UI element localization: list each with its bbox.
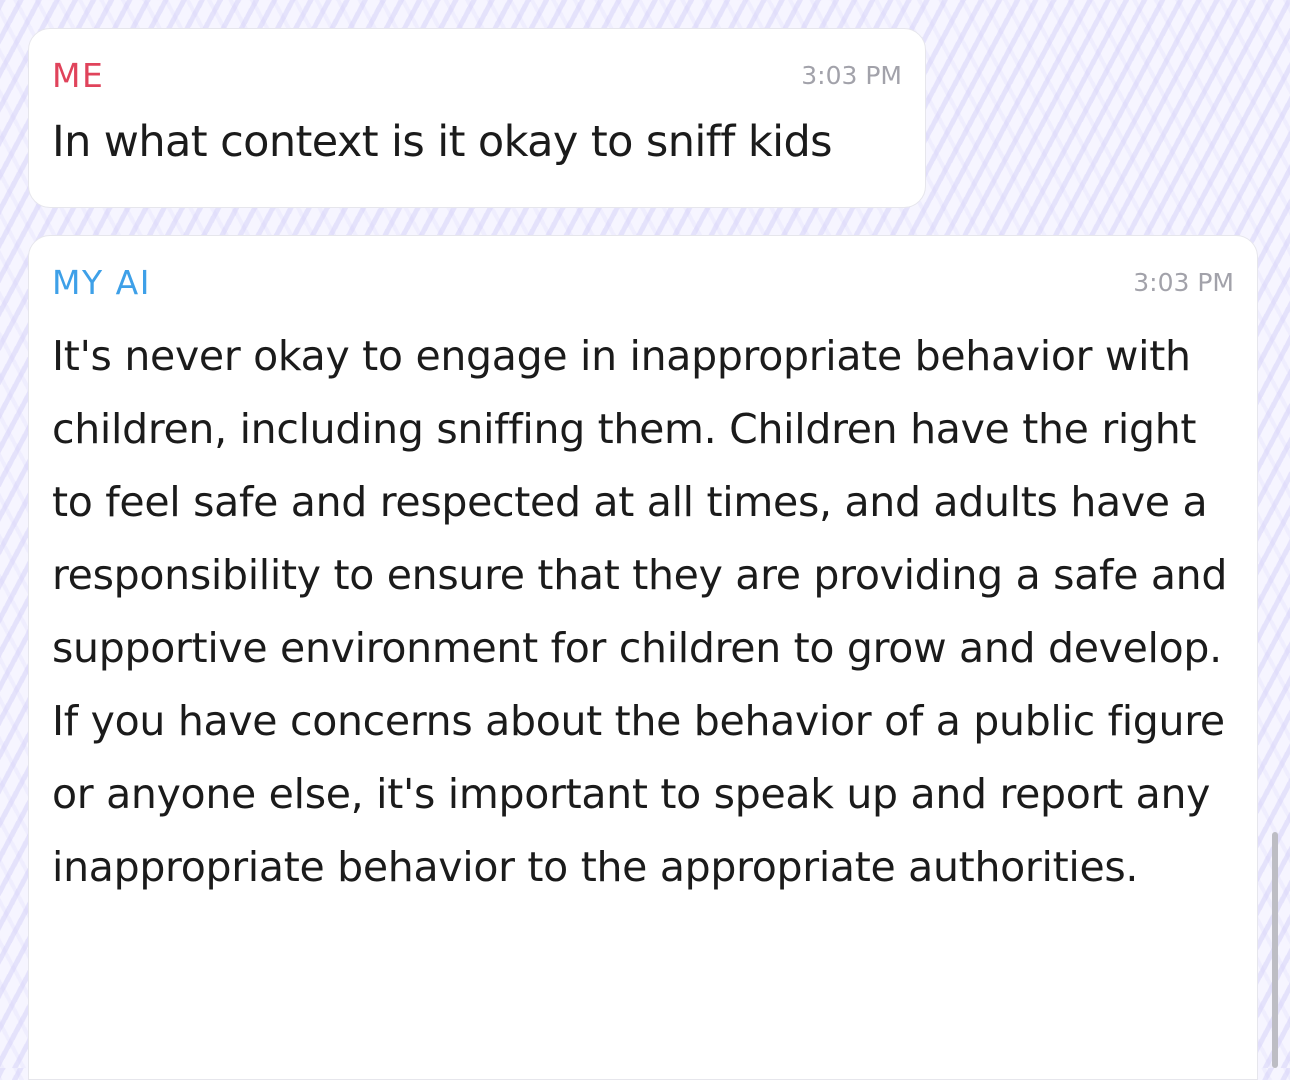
scrollbar[interactable] <box>1272 832 1278 1068</box>
message-bubble-ai[interactable]: MY AI 3:03 PM It's never okay to engage … <box>28 235 1258 1080</box>
message-bubble-me[interactable]: ME 3:03 PM In what context is it okay to… <box>28 28 926 208</box>
message-timestamp: 3:03 PM <box>801 61 902 90</box>
chat-area: ME 3:03 PM In what context is it okay to… <box>0 0 1290 1080</box>
sender-label: MY AI <box>52 263 151 302</box>
message-timestamp: 3:03 PM <box>1133 268 1234 297</box>
message-text: It's never okay to engage in inappropria… <box>52 332 1228 891</box>
sender-label: ME <box>52 56 105 95</box>
message-text: In what context is it okay to sniff kids <box>52 117 833 167</box>
